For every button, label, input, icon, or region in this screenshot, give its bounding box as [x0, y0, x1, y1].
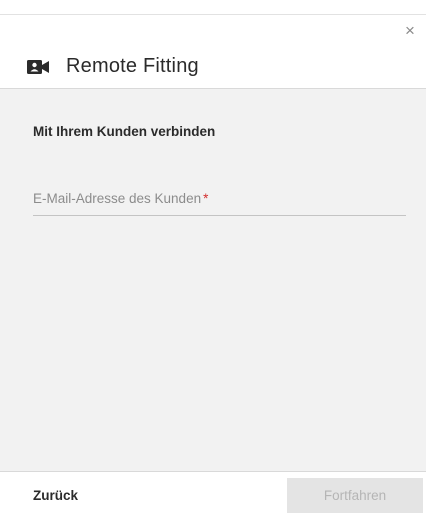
dialog-body: Mit Ihrem Kunden verbinden E-Mail-Adress…	[0, 88, 426, 471]
dialog-header: × Remote Fitting	[0, 14, 426, 88]
section-title: Mit Ihrem Kunden verbinden	[33, 124, 216, 139]
back-button[interactable]: Zurück	[33, 488, 78, 503]
video-camera-icon	[27, 59, 49, 75]
continue-button[interactable]: Fortfahren	[287, 478, 423, 513]
remote-fitting-dialog: × Remote Fitting Mit Ihrem Kunden verbin…	[0, 0, 426, 513]
close-icon[interactable]: ×	[402, 22, 418, 39]
dialog-footer: Zurück Fortfahren	[0, 471, 426, 513]
title-row: Remote Fitting	[27, 55, 199, 78]
dialog-title: Remote Fitting	[66, 55, 199, 77]
email-field[interactable]: E-Mail-Adresse des Kunden *	[33, 191, 406, 216]
